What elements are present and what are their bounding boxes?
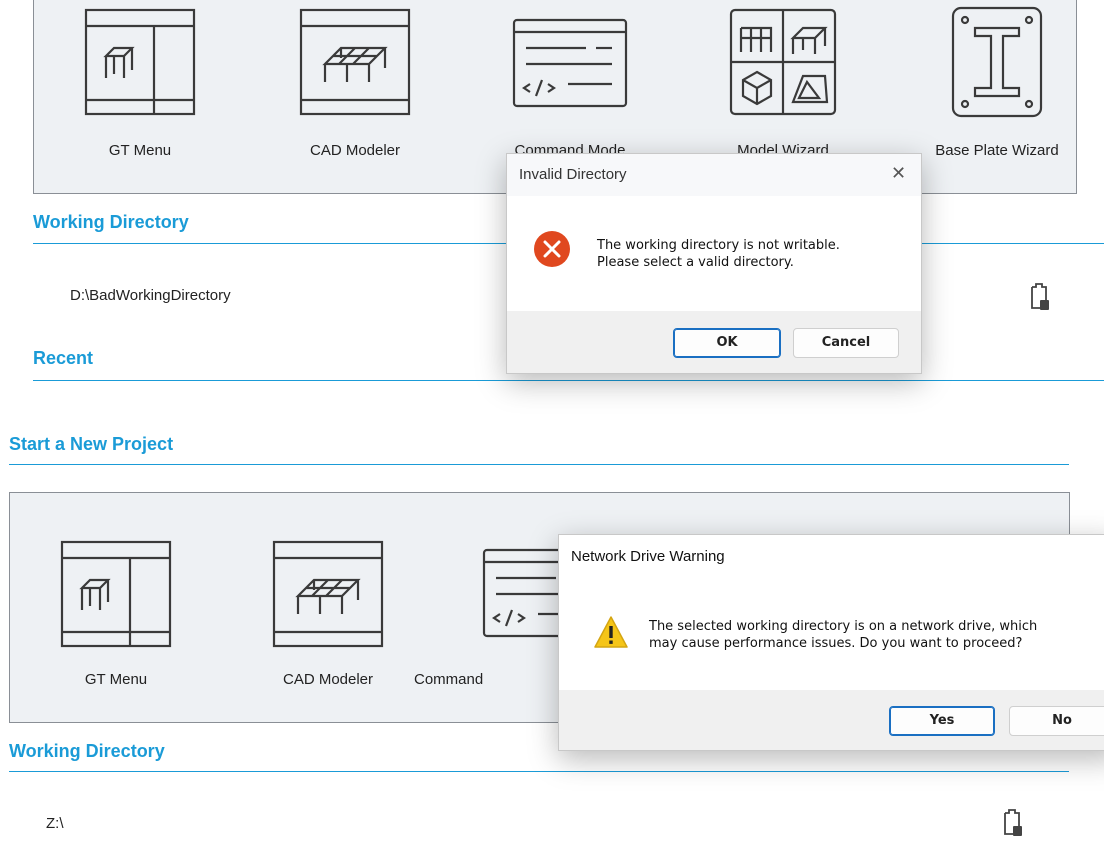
top-working-directory-title: Working Directory — [33, 212, 189, 232]
clipboard-icon[interactable] — [1001, 808, 1023, 838]
yes-button[interactable]: Yes — [889, 706, 995, 736]
error-icon — [534, 231, 570, 267]
dialog-title: Invalid Directory — [519, 166, 627, 183]
bottom-working-directory-title: Working Directory — [9, 741, 165, 761]
gt-menu-label: GT Menu — [108, 142, 172, 159]
cad-modeler-icon — [299, 8, 411, 116]
dialog-message-line2: Please select a valid directory. — [597, 255, 794, 270]
dialog-message-line1: The working directory is not writable. — [597, 238, 840, 253]
warning-icon — [594, 616, 628, 648]
command-mode-icon — [512, 18, 628, 108]
dialog-message-line2: may cause performance issues. Do you wan… — [649, 636, 1023, 651]
start-new-project-rule — [9, 464, 1069, 465]
cad-modeler-icon — [272, 540, 384, 648]
gt-menu-icon — [84, 8, 196, 116]
bottom-working-directory-value: Z:\ — [46, 815, 64, 832]
invalid-directory-dialog: Invalid Directory ✕ The working director… — [506, 153, 922, 374]
gt-menu-icon — [60, 540, 172, 648]
base-plate-wizard-label: Base Plate Wizard — [935, 142, 1059, 159]
ok-button[interactable]: OK — [673, 328, 781, 358]
recent-title: Recent — [33, 348, 94, 368]
start-new-project-title: Start a New Project — [9, 434, 174, 454]
no-button[interactable]: No — [1009, 706, 1104, 736]
clipboard-icon[interactable] — [1028, 282, 1050, 312]
recent-rule — [33, 380, 1104, 381]
base-plate-wizard-icon — [951, 6, 1043, 118]
gt-menu-label-bottom: GT Menu — [84, 671, 148, 688]
network-drive-warning-dialog: Network Drive Warning The selected worki… — [558, 534, 1104, 751]
model-wizard-icon — [729, 8, 837, 116]
dialog-message-line1: The selected working directory is on a n… — [649, 619, 1038, 634]
cancel-button[interactable]: Cancel — [793, 328, 899, 358]
cad-modeler-label-bottom: CAD Modeler — [282, 671, 374, 688]
cad-modeler-label: CAD Modeler — [309, 142, 401, 159]
top-working-directory-value: D:\BadWorkingDirectory — [70, 287, 231, 304]
close-icon[interactable]: ✕ — [891, 163, 906, 184]
dialog-title: Network Drive Warning — [571, 548, 725, 565]
bottom-working-directory-rule — [9, 771, 1069, 772]
